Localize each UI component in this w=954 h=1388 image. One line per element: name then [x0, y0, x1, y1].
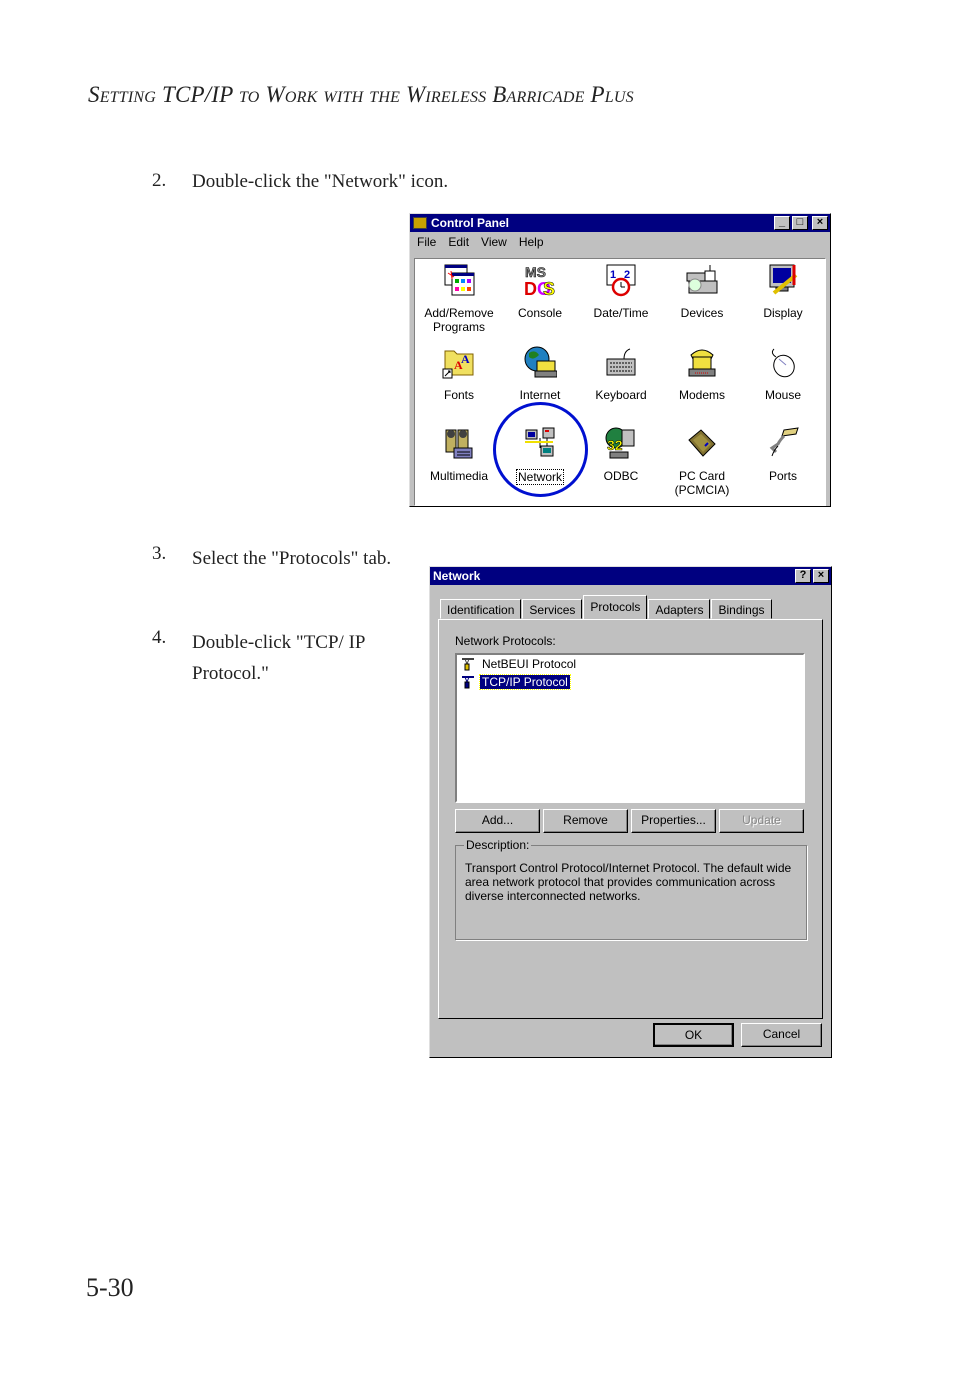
cp-item-label: Add/Remove Programs — [424, 306, 494, 334]
modems-icon — [688, 349, 716, 377]
menu-help[interactable]: Help — [519, 235, 544, 249]
cp-item-label: Devices — [680, 306, 724, 320]
cp-item-display[interactable]: Display — [743, 263, 823, 320]
step-text: Double-click "TCP/ IP Protocol." — [192, 632, 365, 684]
close-button[interactable]: × — [812, 216, 828, 230]
help-button[interactable]: ? — [795, 569, 811, 583]
cp-item-pc-card[interactable]: PC Card (PCMCIA) — [662, 426, 742, 497]
window-title: Control Panel — [431, 216, 510, 230]
cp-item-label: Console — [517, 306, 563, 320]
cp-item-mouse[interactable]: Mouse — [743, 345, 823, 402]
control-panel-content: Add/Remove Programs MS D O S Console 12 Dat… — [414, 258, 826, 506]
cp-item-keyboard[interactable]: Keyboard — [581, 345, 661, 402]
cp-item-label: Fonts — [443, 388, 474, 402]
protocol-label: TCP/IP Protocol — [479, 674, 571, 690]
cp-item-internet[interactable]: Internet — [500, 345, 580, 402]
control-panel-titlebar[interactable]: Control Panel _ □ × — [410, 214, 830, 232]
close-button[interactable]: × — [813, 569, 829, 583]
network-titlebar[interactable]: Network ? × — [430, 567, 831, 585]
cp-item-label: Ports — [768, 469, 797, 483]
cancel-button[interactable]: Cancel — [741, 1023, 822, 1047]
mouse-icon — [771, 348, 795, 378]
menu-file[interactable]: File — [417, 235, 436, 249]
protocol-icon — [462, 676, 474, 689]
protocol-item-netbeui[interactable]: NetBEUI Protocol — [457, 655, 803, 673]
svg-text:32: 32 — [607, 437, 623, 453]
tab-identification[interactable]: Identification — [440, 599, 522, 619]
description-label: Description: — [464, 838, 532, 852]
cp-item-label: Multimedia — [429, 469, 489, 483]
dialog-title: Network — [433, 569, 481, 583]
multimedia-icon — [445, 429, 473, 459]
control-panel-icon — [413, 217, 427, 229]
cp-item-label: Keyboard — [595, 388, 647, 402]
highlight-circle-annotation — [493, 402, 588, 497]
update-button[interactable]: Update — [719, 809, 804, 833]
protocols-panel: Network Protocols: NetBEUI Protocol TCP/… — [438, 619, 823, 1019]
cp-item-devices[interactable]: Devices — [662, 263, 742, 320]
cp-item-label: ODBC — [603, 469, 639, 483]
step-text: Double-click the "Network" icon. — [192, 171, 449, 192]
step-text: Select the "Protocols" tab. — [192, 548, 392, 569]
svg-text:MS: MS — [525, 264, 546, 280]
protocols-listbox[interactable]: NetBEUI Protocol TCP/IP Protocol — [455, 653, 805, 803]
step-number: 3. — [152, 543, 167, 564]
tab-protocols[interactable]: Protocols — [583, 595, 648, 619]
running-head: Setting TCP/IP to Work with the Wireless… — [88, 82, 634, 107]
svg-text:S: S — [543, 279, 555, 297]
cp-item-label: Internet — [519, 388, 561, 402]
pc-card-icon — [688, 429, 716, 457]
menu-edit[interactable]: Edit — [448, 235, 469, 249]
cp-item-ports[interactable]: Ports — [743, 426, 823, 483]
cp-item-multimedia[interactable]: Multimedia — [419, 426, 499, 483]
maximize-button[interactable]: □ — [792, 216, 808, 230]
cp-item-label: PC Card (PCMCIA) — [674, 469, 730, 497]
step-number: 2. — [152, 170, 167, 191]
ports-icon — [769, 427, 799, 457]
display-icon — [769, 264, 798, 295]
cp-item-add-remove-programs[interactable]: Add/Remove Programs — [419, 263, 499, 334]
description-group: Description: Transport Control Protocol/… — [455, 838, 807, 940]
step-number: 4. — [152, 627, 167, 648]
svg-text:A: A — [461, 352, 470, 366]
tab-strip: Identification Services Protocols Adapte… — [440, 595, 773, 619]
internet-icon — [524, 346, 558, 378]
minimize-button[interactable]: _ — [774, 216, 790, 230]
cp-item-label: Mouse — [764, 388, 802, 402]
add-remove-programs-icon — [444, 264, 475, 296]
cp-item-label: Display — [763, 306, 803, 320]
svg-text:1: 1 — [610, 269, 616, 281]
keyboard-icon — [606, 348, 636, 376]
tab-bindings[interactable]: Bindings — [711, 599, 772, 619]
network-dialog: Network ? × Identification Services Prot… — [429, 566, 832, 1058]
page-number: 5-30 — [86, 1273, 134, 1302]
tab-services[interactable]: Services — [522, 599, 583, 619]
svg-text:D: D — [524, 279, 537, 297]
description-text: Transport Control Protocol/Internet Prot… — [465, 861, 792, 903]
protocol-item-tcpip[interactable]: TCP/IP Protocol — [457, 673, 803, 691]
cp-item-label: Date/Time — [593, 306, 649, 320]
protocol-label: NetBEUI Protocol — [482, 657, 577, 671]
control-panel-window: Control Panel _ □ × File Edit View Help … — [409, 213, 831, 507]
menu-view[interactable]: View — [481, 235, 507, 249]
date-time-icon: 12 — [606, 264, 636, 297]
cp-item-fonts[interactable]: AA Fonts — [419, 345, 499, 402]
add-button[interactable]: Add... — [455, 809, 540, 833]
cp-item-label: Modems — [678, 388, 725, 402]
odbc-icon: 32 — [605, 427, 635, 459]
menu-bar: File Edit View Help — [410, 232, 830, 252]
tab-adapters[interactable]: Adapters — [648, 599, 711, 619]
console-icon: MSD OS — [524, 264, 555, 300]
cp-item-odbc[interactable]: 32 ODBC — [581, 426, 661, 483]
properties-button[interactable]: Properties... — [631, 809, 716, 833]
devices-icon — [686, 265, 718, 294]
cp-item-date-time[interactable]: 12 Date/Time — [581, 263, 661, 320]
protocol-icon — [462, 658, 474, 671]
cp-item-console[interactable]: MS D O S Console — [500, 263, 580, 320]
cp-item-modems[interactable]: Modems — [662, 345, 742, 402]
remove-button[interactable]: Remove — [543, 809, 628, 833]
network-protocols-label: Network Protocols: — [455, 634, 556, 648]
fonts-icon: AA — [442, 350, 474, 379]
ok-button[interactable]: OK — [653, 1023, 734, 1047]
